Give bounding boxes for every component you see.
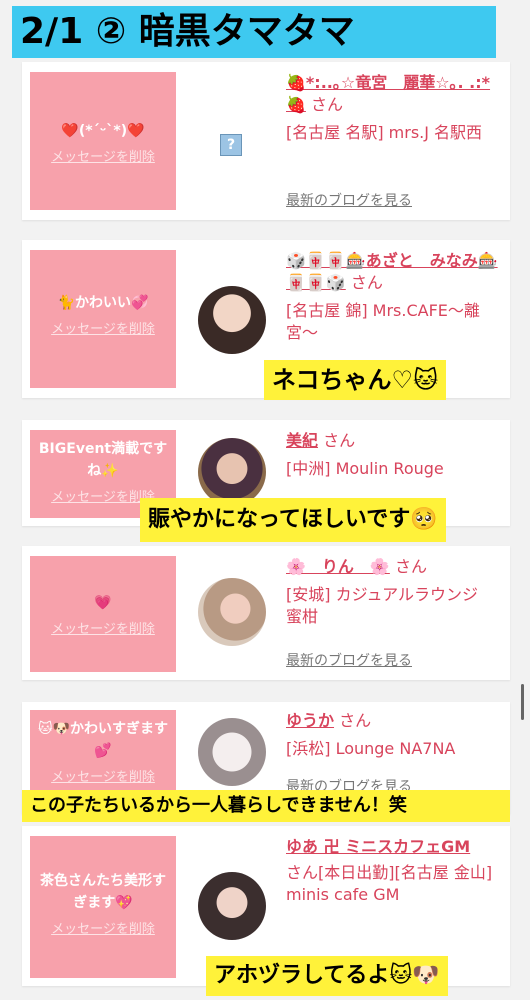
message-box: ❤️(*´ᵕ`*)❤️ メッセージを削除 xyxy=(30,72,176,210)
shop-info: [名古屋 名駅] mrs.J 名駅西 xyxy=(286,123,483,142)
blog-link[interactable]: 最新のブログを見る xyxy=(286,190,412,210)
delete-message-link[interactable]: メッセージを削除 xyxy=(36,766,170,785)
honorific: さん xyxy=(286,863,319,882)
delete-message-link[interactable]: メッセージを削除 xyxy=(36,918,170,937)
avatar[interactable] xyxy=(198,286,266,354)
list-item: ❤️(*´ᵕ`*)❤️ メッセージを削除 🍓*:..｡☆竜宮 麗華☆｡. .:*… xyxy=(22,62,510,220)
profile-name-link[interactable]: ゆあ 卍 ミニスカフェGM xyxy=(286,837,470,856)
broken-image-icon: ? xyxy=(220,134,242,156)
honorific: さん xyxy=(311,95,344,114)
delete-message-link[interactable]: メッセージを削除 xyxy=(36,318,170,337)
page-title: 2/1 ② 暗黒タマタマ xyxy=(12,6,496,58)
message-box: 💗 メッセージを削除 xyxy=(30,556,176,672)
profile-name-link[interactable]: 🎲🀄🀄🎰あざと みなみ🎰🀄🀄🎲 xyxy=(286,251,498,292)
profile-info: 🎲🀄🀄🎰あざと みなみ🎰🀄🀄🎲 さん [名古屋 錦] Mrs.CAFE〜離宮〜 xyxy=(286,250,504,344)
caption-overlay: この子たちいるから一人暮らしできません！笑 xyxy=(22,790,510,822)
scrollbar[interactable] xyxy=(521,684,524,720)
profile-name-link[interactable]: ゆうか xyxy=(286,711,334,730)
message-text: 🐱🐶かわいすぎます💕 xyxy=(37,721,169,759)
caption-overlay: 賑やかになってほしいです🥺 xyxy=(140,498,446,542)
avatar[interactable] xyxy=(198,872,266,940)
profile-info: 美紀 さん [中洲] Moulin Rouge xyxy=(286,430,504,480)
shop-info: [浜松] Lounge NA7NA xyxy=(286,739,456,758)
avatar[interactable] xyxy=(198,718,266,786)
message-box: 🐈かわいい💞 メッセージを削除 xyxy=(30,250,176,388)
message-text: 🐈かわいい💞 xyxy=(57,295,149,311)
message-text: 茶色さんたち美形すぎます💖 xyxy=(40,873,166,911)
message-text: BIGEvent満載ですね✨ xyxy=(38,441,168,479)
message-text: 💗 xyxy=(94,595,112,611)
honorific: さん xyxy=(394,557,427,576)
shop-info: さん[本日出勤][名古屋 金山] minis cafe GM xyxy=(286,863,493,904)
shop-info: [安城] カジュアルラウンジ 蜜柑 xyxy=(286,585,494,626)
honorific: さん xyxy=(339,711,372,730)
delete-message-link[interactable]: メッセージを削除 xyxy=(36,618,170,637)
profile-info: ゆうか さん [浜松] Lounge NA7NA xyxy=(286,710,504,760)
honorific: さん xyxy=(350,273,383,292)
message-text: ❤️(*´ᵕ`*)❤️ xyxy=(61,123,145,139)
honorific: さん xyxy=(323,431,356,450)
avatar[interactable] xyxy=(198,438,266,506)
message-box: 茶色さんたち美形すぎます💖 メッセージを削除 xyxy=(30,836,176,978)
list-item: 💗 メッセージを削除 🌸 りん 🌸 さん [安城] カジュアルラウンジ 蜜柑 最… xyxy=(22,546,510,680)
avatar[interactable] xyxy=(198,578,266,646)
profile-info: 🍓*:..｡☆竜宮 麗華☆｡. .:*🍓 さん [名古屋 名駅] mrs.J 名… xyxy=(286,72,504,144)
shop-info: [名古屋 錦] Mrs.CAFE〜離宮〜 xyxy=(286,301,480,342)
profile-name-link[interactable]: 🌸 りん 🌸 xyxy=(286,557,390,576)
caption-overlay: ネコちゃん♡🐱 xyxy=(264,360,447,400)
shop-info: [中洲] Moulin Rouge xyxy=(286,459,444,478)
profile-info: 🌸 りん 🌸 さん [安城] カジュアルラウンジ 蜜柑 xyxy=(286,556,504,628)
profile-name-link[interactable]: 美紀 xyxy=(286,431,318,450)
delete-message-link[interactable]: メッセージを削除 xyxy=(36,146,170,165)
caption-overlay: アホヅラしてるよ🐱🐶 xyxy=(206,956,448,996)
blog-link[interactable]: 最新のブログを見る xyxy=(286,650,412,670)
profile-info: ゆあ 卍 ミニスカフェGM さん[本日出勤][名古屋 金山] minis caf… xyxy=(286,836,504,906)
